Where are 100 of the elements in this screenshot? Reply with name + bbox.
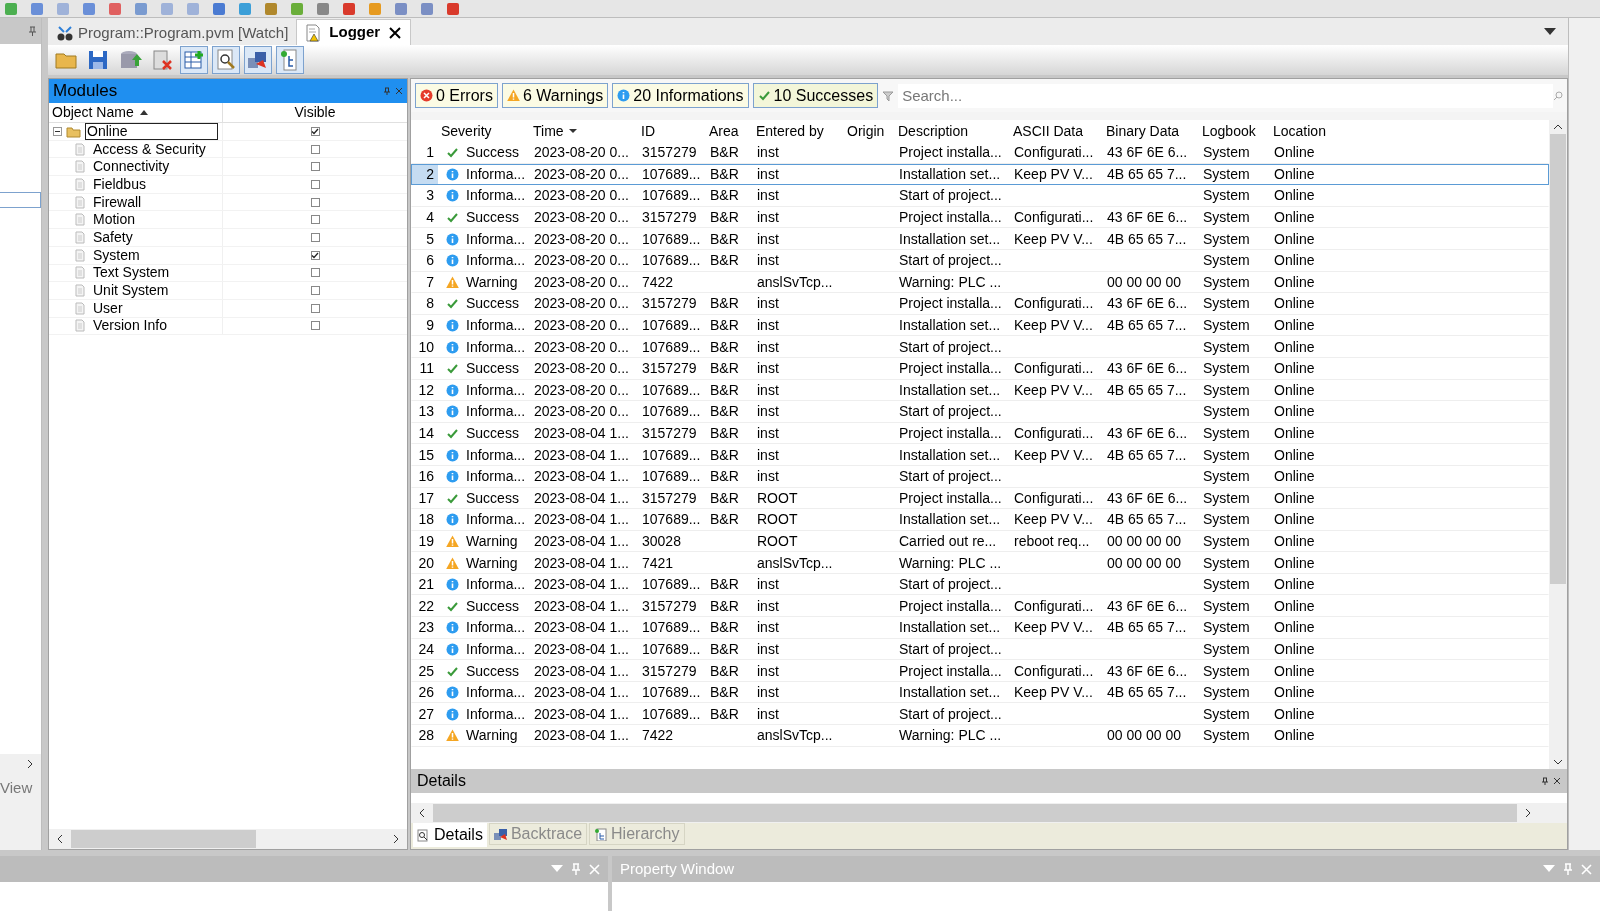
table-row[interactable]: 1 Success 2023-08-20 0... 3157279 B&R inst Project installa... Configurati... 43 6F 6E 6... System Online: [411, 142, 1549, 164]
checkbox[interactable]: [310, 286, 320, 296]
table-row[interactable]: 14 Success 2023-08-04 1... 3157279 B&R inst Project installa... Configurati... 43 6F 6E 6... System Online: [411, 422, 1549, 445]
horizontal-scrollbar[interactable]: [49, 829, 407, 849]
toolbar-button[interactable]: [276, 46, 304, 74]
column-header[interactable]: Binary Data: [1102, 120, 1198, 142]
table-row[interactable]: 16 Informa... 2023-08-04 1... 107689... B&R inst Start of project... System Online: [411, 465, 1549, 488]
table-row[interactable]: 8 Success 2023-08-20 0... 3157279 B&R inst Project installa... Configurati... 43 6F 6E 6... System Online: [411, 293, 1549, 315]
toolbar-icon[interactable]: [238, 0, 252, 17]
toolbar-icon[interactable]: [394, 0, 408, 17]
column-header[interactable]: Time: [529, 120, 637, 142]
table-row[interactable]: 28 Warning 2023-08-04 1... 7422 anslSvTcp... Warning: PLC ... 00 00 00 00 System Online: [411, 725, 1549, 747]
table-row[interactable]: 6 Informa... 2023-08-20 0... 107689... B&R inst Start of project... System Online: [411, 249, 1549, 272]
table-row[interactable]: 5 Informa... 2023-08-20 0... 107689... B&R inst Installation set... Keep PV V... 4B 65 65 7... System Online: [411, 228, 1549, 250]
checkbox[interactable]: [310, 268, 320, 278]
horizontal-scrollbar[interactable]: [411, 803, 1567, 823]
table-row[interactable]: 19 Warning 2023-08-04 1... 30028 ROOT Carried out re... reboot req... 00 00 00 00 System Online: [411, 530, 1549, 553]
table-row[interactable]: 13 Informa... 2023-08-20 0... 107689... B&R inst Start of project... System Online: [411, 401, 1549, 423]
checkbox[interactable]: [310, 232, 320, 242]
table-row[interactable]: 23 Informa... 2023-08-04 1... 107689... B&R inst Installation set... Keep PV V... 4B 65 65 7... System Online: [411, 617, 1549, 639]
toolbar-icon[interactable]: [290, 0, 304, 17]
toolbar-icon[interactable]: [30, 0, 44, 17]
pin-icon[interactable]: [28, 26, 37, 36]
pin-icon[interactable]: [383, 86, 391, 96]
close-icon[interactable]: [388, 25, 403, 40]
chevron-right-icon[interactable]: [1525, 808, 1531, 818]
toolbar-icon[interactable]: [134, 0, 148, 17]
tree-item[interactable]: Online: [85, 122, 218, 140]
table-row[interactable]: 11 Success 2023-08-20 0... 3157279 B&R inst Project installa... Configurati... 43 6F 6E 6... System Online: [411, 357, 1549, 380]
table-row[interactable]: 2 Informa... 2023-08-20 0... 107689... B&R inst Installation set... Keep PV V... 4B 65 65 7... System Online: [411, 163, 1549, 186]
table-row[interactable]: 7 Warning 2023-08-20 0... 7422 anslSvTcp... Warning: PLC ... 00 00 00 00 System Online: [411, 271, 1549, 294]
scrollbar-thumb[interactable]: [1550, 134, 1566, 584]
checkbox[interactable]: [310, 197, 320, 207]
table-row[interactable]: 17 Success 2023-08-04 1... 3157279 B&R ROOT Project installa... Configurati... 43 6F 6E 6... System Online: [411, 487, 1549, 510]
column-header[interactable]: Entered by: [752, 120, 843, 142]
panel-tab[interactable]: Details: [413, 823, 487, 847]
table-row[interactable]: 24 Informa... 2023-08-04 1... 107689... B&R inst Start of project... System Online: [411, 638, 1549, 661]
column-header[interactable]: Visible: [223, 103, 407, 122]
checkbox[interactable]: [310, 179, 320, 189]
table-row[interactable]: 21 Informa... 2023-08-04 1... 107689... B&R inst Start of project... System Online: [411, 573, 1549, 596]
column-header[interactable]: Logbook: [1198, 120, 1269, 142]
chevron-right-icon[interactable]: [27, 759, 33, 769]
toolbar-icon[interactable]: [212, 0, 226, 17]
column-header[interactable]: Origin: [843, 120, 894, 142]
panel-tab-label[interactable]: View: [0, 774, 41, 802]
column-header[interactable]: Location: [1269, 120, 1459, 142]
table-row[interactable]: 9 Informa... 2023-08-20 0... 107689... B&R inst Installation set... Keep PV V... 4B 65 65 7... System Online: [411, 314, 1549, 337]
toolbar-icon[interactable]: [82, 0, 96, 17]
chevron-down-icon[interactable]: [1553, 759, 1563, 765]
toolbar-button[interactable]: [244, 46, 272, 74]
checkbox[interactable]: [310, 144, 320, 154]
collapse-icon[interactable]: [53, 126, 62, 136]
column-header[interactable]: Object Name: [49, 103, 223, 122]
toolbar-icon[interactable]: [420, 0, 434, 17]
toolbar-icon[interactable]: [368, 0, 382, 17]
toolbar-button[interactable]: [212, 46, 240, 74]
dropdown-icon[interactable]: [1544, 28, 1556, 36]
table-row[interactable]: 27 Informa... 2023-08-04 1... 107689... B&R inst Start of project... System Online: [411, 703, 1549, 726]
checkbox[interactable]: [310, 215, 320, 225]
search-field[interactable]: Search...: [898, 83, 1553, 108]
chevron-up-icon[interactable]: [1553, 124, 1563, 130]
toolbar-icon[interactable]: [316, 0, 330, 17]
checkbox[interactable]: [310, 303, 320, 313]
search-icon[interactable]: [1553, 90, 1563, 101]
toolbar-icon[interactable]: [264, 0, 278, 17]
text-field[interactable]: [0, 192, 41, 208]
table-row[interactable]: 10 Informa... 2023-08-20 0... 107689... B&R inst Start of project... System Online: [411, 336, 1549, 358]
filter-clear-icon[interactable]: [882, 89, 895, 102]
toolbar-icon[interactable]: [108, 0, 122, 17]
chevron-left-icon[interactable]: [419, 808, 425, 818]
pin-icon[interactable]: [1541, 776, 1549, 786]
checkbox[interactable]: [310, 162, 320, 172]
chevron-left-icon[interactable]: [57, 834, 63, 844]
toolbar-icon[interactable]: [446, 0, 460, 17]
column-header[interactable]: ID: [637, 120, 705, 142]
scrollbar-thumb[interactable]: [71, 830, 256, 848]
toolbar-icon[interactable]: [4, 0, 18, 17]
table-row[interactable]: 18 Informa... 2023-08-04 1... 107689... B&R ROOT Installation set... Keep PV V... 4B 65 65 7... System Online: [411, 509, 1549, 531]
checkbox[interactable]: [310, 250, 320, 260]
column-header[interactable]: Severity: [437, 120, 529, 142]
checkbox[interactable]: [310, 321, 320, 331]
toolbar-button[interactable]: [180, 46, 208, 74]
scrollbar-thumb[interactable]: [433, 804, 1517, 822]
filter-button[interactable]: 20 Informations: [612, 83, 749, 108]
table-row[interactable]: 4 Success 2023-08-20 0... 3157279 B&R inst Project installa... Configurati... 43 6F 6E 6... System Online: [411, 206, 1549, 229]
checkbox[interactable]: [310, 126, 320, 136]
table-row[interactable]: 15 Informa... 2023-08-04 1... 107689... B&R inst Installation set... Keep PV V... 4B 65 65 7... System Online: [411, 444, 1549, 466]
vertical-scrollbar[interactable]: [1549, 120, 1567, 769]
table-row[interactable]: 12 Informa... 2023-08-20 0... 107689... B&R inst Installation set... Keep PV V... 4B 65 65 7... System Online: [411, 379, 1549, 402]
column-header[interactable]: Description: [894, 120, 1009, 142]
table-row[interactable]: 22 Success 2023-08-04 1... 3157279 B&R inst Project installa... Configurati... 43 6F 6E 6... System Online: [411, 595, 1549, 618]
column-header[interactable]: Area: [705, 120, 752, 142]
table-row[interactable]: 26 Informa... 2023-08-04 1... 107689... B&R inst Installation set... Keep PV V... 4B 65 65 7... System Online: [411, 681, 1549, 704]
column-header[interactable]: ASCII Data: [1009, 120, 1102, 142]
table-row[interactable]: 25 Success 2023-08-04 1... 3157279 B&R inst Project installa... Configurati... 43 6F 6E 6... System Online: [411, 660, 1549, 682]
toolbar-icon[interactable]: [342, 0, 356, 17]
chevron-right-icon[interactable]: [393, 834, 399, 844]
table-row[interactable]: 20 Warning 2023-08-04 1... 7421 anslSvTcp... Warning: PLC ... 00 00 00 00 System Online: [411, 552, 1549, 574]
editor-tab[interactable]: Program::Program.pvm [Watch]: [52, 21, 293, 45]
table-row[interactable]: 3 Informa... 2023-08-20 0... 107689... B&R inst Start of project... System Online: [411, 185, 1549, 207]
